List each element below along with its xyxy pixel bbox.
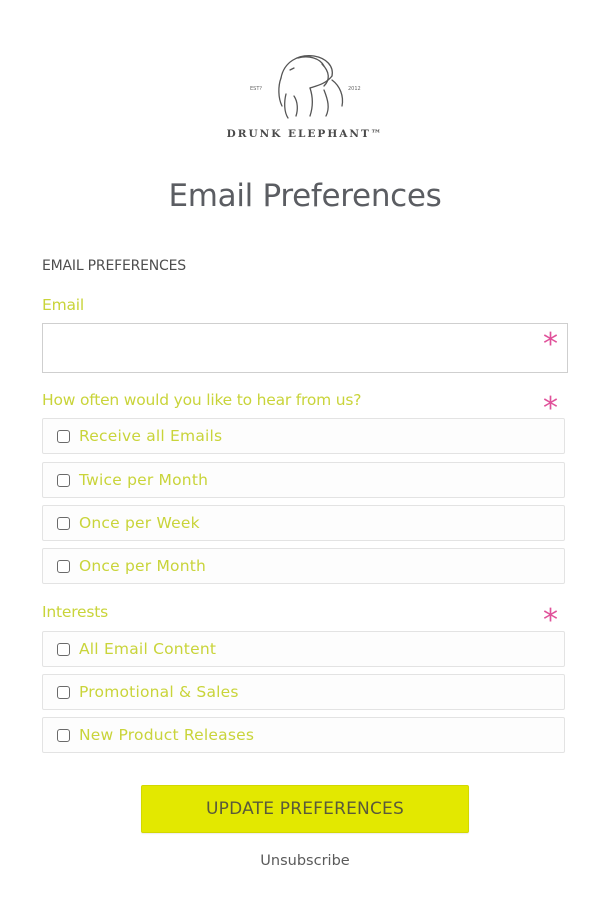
page-title: Email Preferences: [168, 178, 442, 214]
option-label: Once per Week: [79, 514, 200, 532]
unsubscribe-link[interactable]: Unsubscribe: [0, 853, 610, 869]
checkbox[interactable]: [57, 685, 70, 699]
checkbox[interactable]: [57, 642, 70, 656]
checkbox[interactable]: [57, 559, 70, 573]
option-label: Promotional & Sales: [79, 683, 239, 701]
interest-option-all-content[interactable]: All Email Content: [42, 631, 565, 667]
est-right: 2012: [348, 86, 361, 92]
option-label: New Product Releases: [79, 726, 255, 744]
email-label: Email: [42, 296, 85, 314]
checkbox[interactable]: [57, 516, 70, 530]
frequency-option-once-month[interactable]: Once per Month: [42, 548, 565, 584]
elephant-icon: EST? 2012: [250, 55, 361, 119]
option-label: Receive all Emails: [79, 427, 223, 445]
frequency-option-twice-month[interactable]: Twice per Month: [42, 462, 565, 498]
est-left: EST?: [250, 86, 262, 92]
email-field[interactable]: [42, 323, 568, 373]
interest-option-promotional[interactable]: Promotional & Sales: [42, 674, 565, 710]
frequency-label: How often would you like to hear from us…: [42, 391, 362, 409]
update-preferences-button[interactable]: UPDATE PREFERENCES: [141, 785, 469, 833]
email-required-marker: *: [543, 327, 558, 362]
checkbox[interactable]: [57, 728, 70, 742]
brand-name: DRUNK ELEPHANT™: [226, 128, 384, 140]
frequency-option-receive-all[interactable]: Receive all Emails: [42, 418, 565, 454]
interest-option-new-products[interactable]: New Product Releases: [42, 717, 565, 753]
option-label: Twice per Month: [79, 471, 209, 489]
section-heading: EMAIL PREFERENCES: [42, 258, 186, 274]
frequency-option-once-week[interactable]: Once per Week: [42, 505, 565, 541]
checkbox[interactable]: [57, 429, 70, 443]
option-label: Once per Month: [79, 557, 207, 575]
interests-label: Interests: [42, 603, 109, 621]
checkbox[interactable]: [57, 473, 70, 487]
option-label: All Email Content: [79, 640, 217, 658]
